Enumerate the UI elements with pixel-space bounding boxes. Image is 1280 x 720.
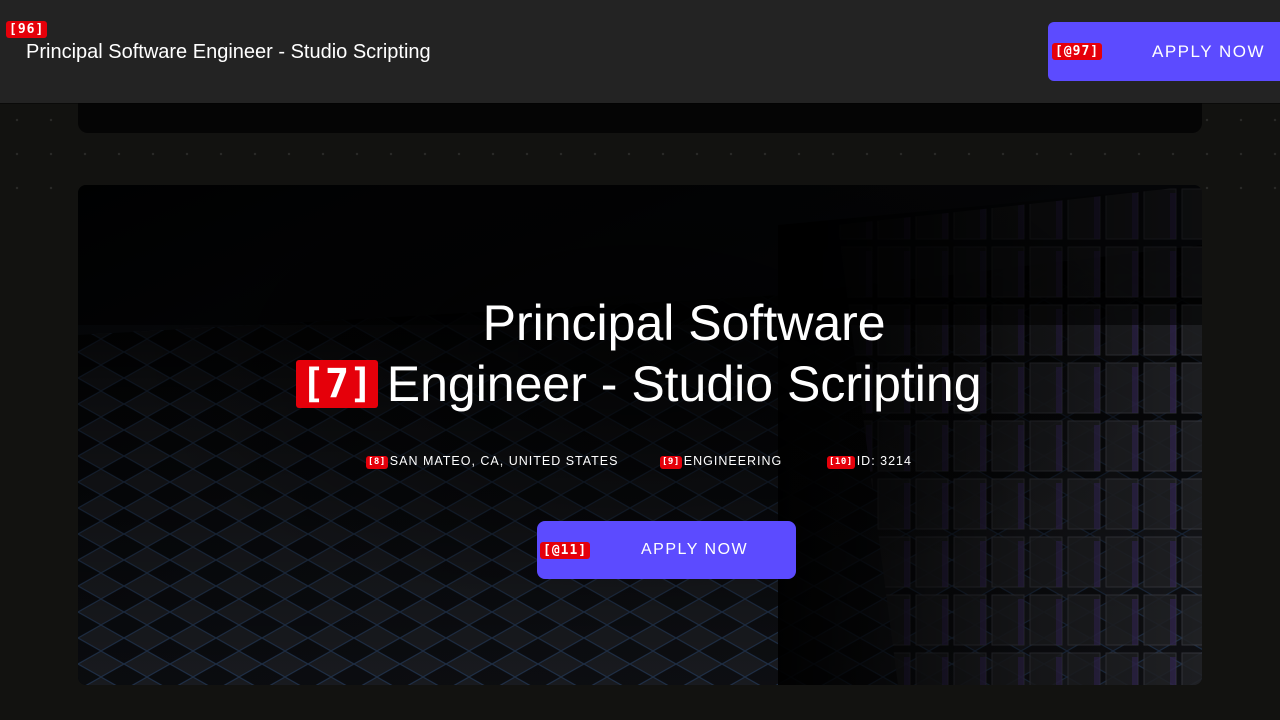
- element-marker: [@11]: [540, 542, 591, 559]
- hero-overlay: [78, 185, 1202, 685]
- header-apply-button[interactable]: [@97] APPLY NOW: [1048, 22, 1280, 81]
- header-apply-label: APPLY NOW: [1152, 42, 1266, 61]
- job-department-text: ENGINEERING: [683, 454, 783, 468]
- job-hero-banner: [7]Principal Software Engineer - Studio …: [78, 185, 1202, 685]
- element-marker: [10]: [827, 456, 855, 469]
- element-marker: [8]: [366, 456, 388, 469]
- job-title-text: Principal Software Engineer - Studio Scr…: [386, 295, 982, 412]
- hero-apply-button[interactable]: [@11] APPLY NOW: [537, 521, 796, 579]
- job-location-text: SAN MATEO, CA, UNITED STATES: [389, 454, 619, 468]
- sticky-job-header: [96] Principal Software Engineer - Studi…: [0, 0, 1280, 103]
- element-marker: [@97]: [1052, 43, 1103, 60]
- job-title-heading: [7]Principal Software Engineer - Studio …: [78, 293, 1202, 415]
- job-department: [9] ENGINEERING: [660, 454, 782, 469]
- job-id: [10] ID: 3214: [827, 454, 912, 469]
- element-marker: [7]: [295, 360, 379, 408]
- element-marker: [9]: [660, 456, 682, 469]
- element-marker: [96]: [6, 21, 48, 38]
- hero-apply-label: APPLY NOW: [641, 541, 749, 558]
- sticky-job-title: Principal Software Engineer - Studio Scr…: [26, 41, 431, 63]
- job-id-text: ID: 3214: [856, 454, 912, 468]
- job-location: [8] SAN MATEO, CA, UNITED STATES: [366, 454, 618, 469]
